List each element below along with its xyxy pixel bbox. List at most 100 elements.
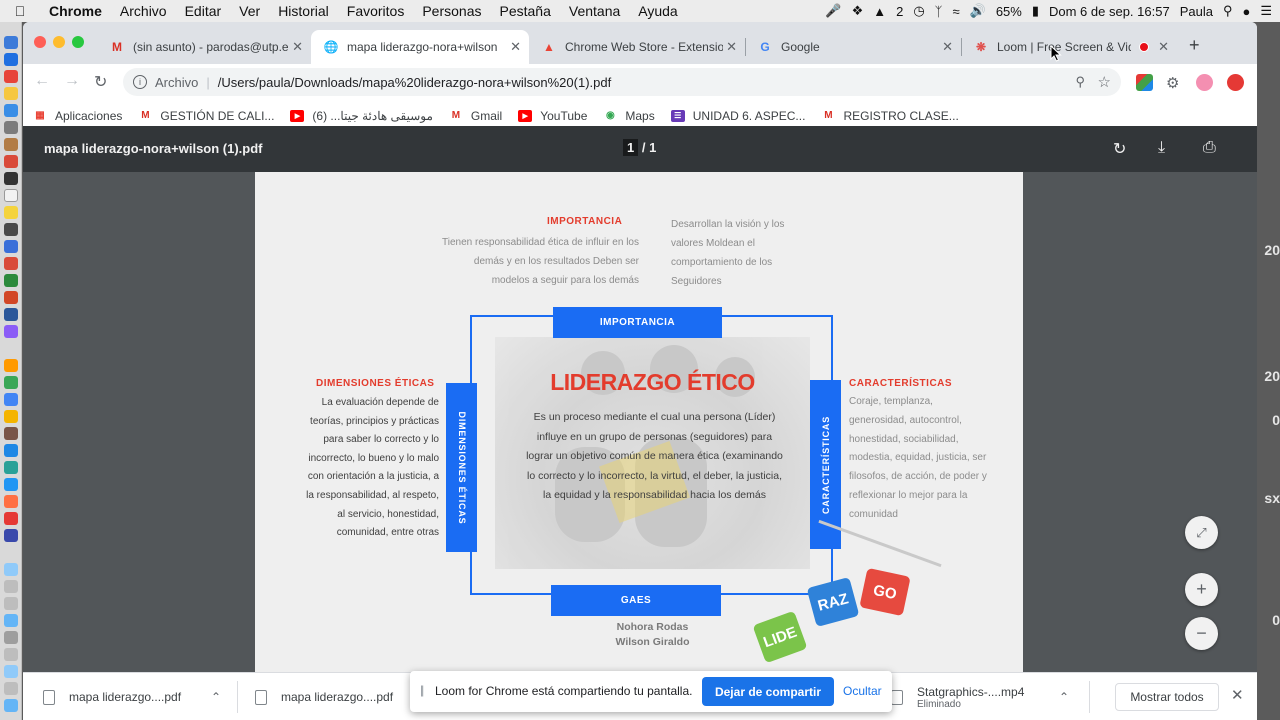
tab-webstore[interactable]: ▲ Chrome Web Store - Extensio ✕	[529, 30, 746, 64]
tab-gmail[interactable]: M (sin asunto) - parodas@utp.e ✕	[97, 30, 312, 64]
back-icon[interactable]: ←	[34, 72, 50, 90]
rotate-icon[interactable]: ↻	[1113, 139, 1126, 159]
close-tab-icon[interactable]: ✕	[1158, 39, 1169, 55]
bookmark-star-icon[interactable]: ☆	[1098, 73, 1111, 91]
address-url[interactable]: /Users/paula/Downloads/mapa%20liderazgo-…	[218, 75, 611, 90]
document-icon[interactable]	[4, 580, 18, 593]
app-icon[interactable]	[4, 172, 18, 185]
app-icon[interactable]	[4, 189, 18, 202]
close-window-button[interactable]	[34, 36, 46, 48]
profile-avatar[interactable]	[1196, 74, 1213, 91]
app-icon[interactable]	[4, 257, 18, 270]
stop-sharing-button[interactable]: Dejar de compartir	[702, 677, 834, 706]
app-icon[interactable]	[4, 223, 18, 236]
app-icon[interactable]	[4, 495, 18, 508]
drag-handle-icon[interactable]: ||	[420, 683, 424, 697]
menu-ventana[interactable]: Ventana	[560, 3, 629, 19]
minimize-window-button[interactable]	[53, 36, 65, 48]
bluetooth-icon[interactable]: ᛉ	[935, 4, 943, 19]
document-icon[interactable]	[4, 648, 18, 661]
time-machine-icon[interactable]: ◷	[913, 3, 924, 19]
adobe-cc-icon[interactable]: ▲	[873, 4, 886, 19]
document-icon[interactable]	[4, 631, 18, 644]
powerpoint-icon[interactable]	[4, 291, 18, 304]
bookmark-registro[interactable]: M REGISTRO CLASE...	[821, 109, 959, 123]
zoom-in-button[interactable]: +	[1185, 573, 1218, 606]
bookmark-unidad6[interactable]: ☰ UNIDAD 6. ASPEC...	[670, 109, 805, 123]
zoom-icon[interactable]: ⚲	[1075, 74, 1085, 90]
extension-red-icon[interactable]	[1227, 74, 1244, 91]
chrome-icon[interactable]	[4, 87, 18, 100]
downloads-stack-icon[interactable]	[4, 699, 18, 712]
zoom-out-button[interactable]: −	[1185, 617, 1218, 650]
forward-icon[interactable]: →	[64, 72, 80, 90]
menu-personas[interactable]: Personas	[413, 3, 490, 19]
menu-ver[interactable]: Ver	[230, 3, 269, 19]
close-tab-icon[interactable]: ✕	[726, 39, 737, 55]
zoom-window-button[interactable]	[72, 36, 84, 48]
menu-ayuda[interactable]: Ayuda	[629, 3, 686, 19]
launchpad-icon[interactable]	[4, 70, 18, 83]
tab-pdf[interactable]: 🌐 mapa liderazgo-nora+wilson ✕	[311, 30, 529, 64]
download-item[interactable]: mapa liderazgo....pdf ⌃	[43, 673, 233, 720]
download-item[interactable]: Statgraphics-....mp4 Eliminado ⌃	[891, 673, 1081, 720]
notification-center-icon[interactable]: ☰	[1260, 3, 1272, 19]
chevron-up-icon[interactable]: ⌃	[211, 690, 221, 704]
dropbox-icon[interactable]: ❖	[852, 3, 864, 19]
battery-percent[interactable]: 65%	[996, 4, 1022, 19]
document-icon[interactable]	[4, 597, 18, 610]
apple-menu-icon[interactable]: 	[0, 3, 40, 19]
close-tab-icon[interactable]: ✕	[510, 39, 521, 55]
spotlight-search-icon[interactable]: ⚲	[1223, 3, 1233, 19]
bookmark-apps[interactable]: ▦ Aplicaciones	[33, 109, 122, 123]
app-icon[interactable]	[4, 155, 18, 168]
app-icon[interactable]	[4, 121, 18, 134]
tab-loom[interactable]: ❋ Loom | Free Screen & Vid ✕	[961, 30, 1177, 64]
tab-google[interactable]: G Google ✕	[745, 30, 962, 64]
microphone-icon[interactable]: 🎤	[825, 3, 841, 19]
document-icon[interactable]	[4, 682, 18, 695]
excel-icon[interactable]	[4, 274, 18, 287]
hide-banner-button[interactable]: Ocultar	[843, 684, 882, 698]
app-store-icon[interactable]	[4, 478, 18, 491]
menu-app-chrome[interactable]: Chrome	[40, 3, 111, 19]
chevron-up-icon[interactable]: ⌃	[1059, 690, 1069, 704]
bookmark-gestion[interactable]: M GESTIÓN DE CALI...	[138, 109, 274, 123]
folder-icon[interactable]	[4, 563, 18, 576]
volume-icon[interactable]: 🔊	[970, 3, 986, 19]
app-icon[interactable]	[4, 138, 18, 151]
document-icon[interactable]	[4, 614, 18, 627]
app-icon[interactable]	[4, 461, 18, 474]
notes-icon[interactable]	[4, 206, 18, 219]
close-tab-icon[interactable]: ✕	[292, 39, 303, 55]
document-icon[interactable]	[4, 665, 18, 678]
safari-icon[interactable]	[4, 53, 18, 66]
app-icon[interactable]	[4, 410, 18, 423]
bookmark-gmail[interactable]: M Gmail	[449, 109, 503, 123]
new-tab-button[interactable]: +	[1189, 35, 1200, 56]
app-icon[interactable]	[4, 444, 18, 457]
illustrator-icon[interactable]	[4, 359, 18, 372]
close-tab-icon[interactable]: ✕	[942, 39, 953, 55]
menu-editar[interactable]: Editar	[176, 3, 231, 19]
fit-to-page-button[interactable]: ⤢	[1185, 516, 1218, 549]
word-icon[interactable]	[4, 308, 18, 321]
app-icon[interactable]	[4, 529, 18, 542]
user-name[interactable]: Paula	[1180, 4, 1213, 19]
download-icon[interactable]: ⤓	[1158, 139, 1165, 157]
app-icon[interactable]	[4, 393, 18, 406]
battery-icon[interactable]: ▮	[1032, 3, 1039, 19]
bookmark-music[interactable]: ▶ موسيقى هادئة جيتا... (6)	[290, 109, 433, 123]
address-bar[interactable]: i Archivo | /Users/paula/Downloads/mapa%…	[123, 68, 1121, 96]
app-icon[interactable]	[4, 427, 18, 440]
siri-icon[interactable]: ●	[1242, 4, 1250, 19]
page-number-input[interactable]: 1	[623, 139, 639, 156]
finder-icon[interactable]	[4, 36, 18, 49]
acrobat-icon[interactable]	[4, 512, 18, 525]
reload-icon[interactable]: ↻	[94, 72, 107, 92]
app-icon[interactable]	[4, 376, 18, 389]
app-icon[interactable]	[4, 240, 18, 253]
download-item[interactable]: mapa liderazgo....pdf	[255, 673, 415, 720]
extension-color-icon[interactable]	[1136, 74, 1153, 91]
extensions-puzzle-icon[interactable]: ⚙	[1166, 74, 1183, 92]
